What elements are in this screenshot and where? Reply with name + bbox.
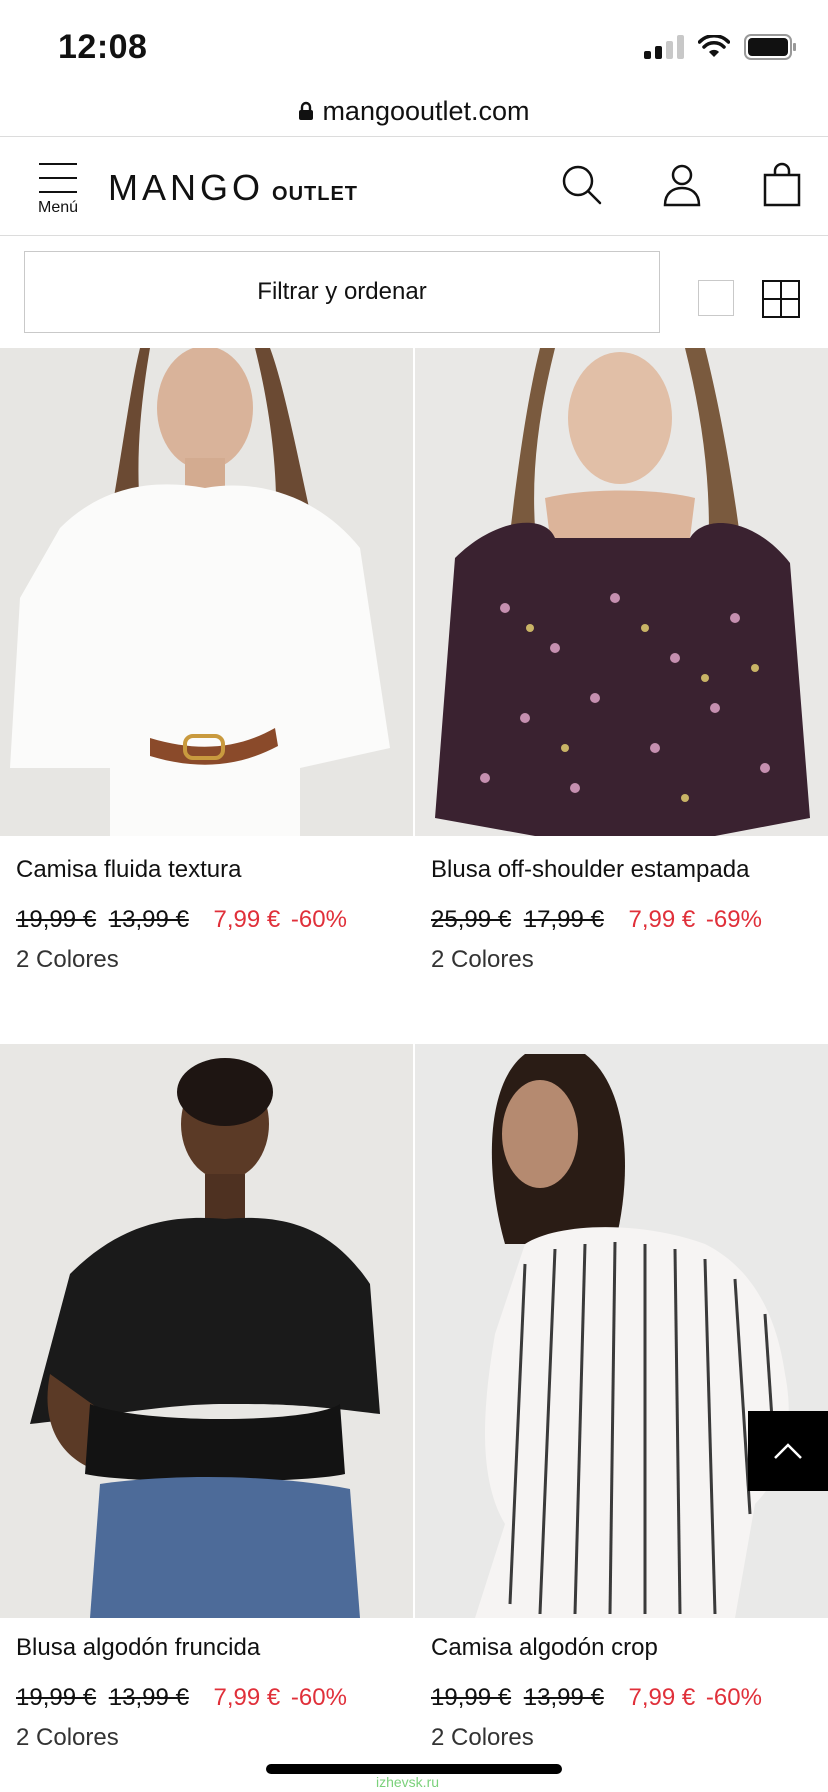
- wifi-icon: [698, 35, 730, 57]
- status-icons: [644, 34, 798, 60]
- status-bar: 12:08: [0, 0, 828, 90]
- sale-price: 7,99 €: [628, 906, 696, 933]
- logo-main: MANGO: [108, 167, 265, 208]
- battery-icon: [744, 34, 796, 60]
- grid-view-icon[interactable]: [762, 280, 800, 318]
- original-price: 19,99 €: [431, 1684, 512, 1711]
- sale-price: 7,99 €: [213, 1684, 281, 1711]
- menu-button[interactable]: Menú: [34, 163, 82, 217]
- address-bar[interactable]: mangooutlet.com: [0, 88, 828, 134]
- discount-badge: -60%: [290, 906, 347, 933]
- original-price: 25,99 €: [431, 906, 512, 933]
- product-card[interactable]: Blusa algodón fruncida 19,99 € 13,99 € 7…: [0, 1044, 413, 1792]
- discount-badge: -60%: [290, 1684, 347, 1711]
- home-indicator[interactable]: [266, 1764, 562, 1774]
- site-header: Menú MANGO OUTLET: [0, 137, 828, 235]
- sale-price: 7,99 €: [213, 906, 281, 933]
- product-image[interactable]: [0, 1044, 413, 1618]
- lock-icon: [299, 101, 314, 120]
- price-row: 19,99 € 13,99 € 7,99 € -60%: [16, 906, 347, 934]
- chevron-up-icon: [774, 1443, 802, 1459]
- menu-label: Menú: [37, 199, 79, 216]
- previous-price: 13,99 €: [108, 1684, 189, 1711]
- original-price: 19,99 €: [16, 1684, 97, 1711]
- product-name[interactable]: Camisa algodón crop: [431, 1634, 811, 1662]
- watermark: izhevsk.ru: [376, 1774, 440, 1790]
- price-row: 19,99 € 13,99 € 7,99 € -60%: [16, 1684, 347, 1712]
- product-name[interactable]: Blusa algodón fruncida: [16, 1634, 396, 1662]
- color-count[interactable]: 2 Colores: [16, 946, 119, 974]
- previous-price: 13,99 €: [523, 1684, 604, 1711]
- scroll-to-top-button[interactable]: [748, 1411, 828, 1491]
- price-row: 25,99 € 17,99 € 7,99 € -69%: [431, 906, 762, 934]
- color-count[interactable]: 2 Colores: [431, 1724, 534, 1752]
- product-card[interactable]: Blusa off-shoulder estampada 25,99 € 17,…: [415, 348, 828, 1038]
- sale-price: 7,99 €: [628, 1684, 696, 1711]
- color-count[interactable]: 2 Colores: [431, 946, 534, 974]
- product-image[interactable]: [415, 348, 828, 836]
- color-count[interactable]: 2 Colores: [16, 1724, 119, 1752]
- discount-badge: -69%: [705, 906, 762, 933]
- cellular-signal-icon: [644, 35, 684, 59]
- brand-logo[interactable]: MANGO OUTLET: [108, 167, 358, 209]
- search-icon[interactable]: [558, 161, 606, 209]
- filter-sort-label: Filtrar y ordenar: [257, 278, 427, 305]
- url-text: mangooutlet.com: [322, 95, 530, 126]
- shopping-bag-icon[interactable]: [758, 161, 806, 209]
- original-price: 19,99 €: [16, 906, 97, 933]
- filter-bar: Filtrar y ordenar: [0, 236, 828, 348]
- product-image[interactable]: [415, 1044, 828, 1618]
- status-time: 12:08: [58, 28, 148, 66]
- account-icon[interactable]: [658, 161, 706, 209]
- product-image[interactable]: [0, 348, 413, 836]
- filter-sort-button[interactable]: Filtrar y ordenar: [24, 251, 660, 333]
- previous-price: 13,99 €: [108, 906, 189, 933]
- hamburger-icon: [39, 163, 77, 193]
- previous-price: 17,99 €: [523, 906, 604, 933]
- discount-badge: -60%: [705, 1684, 762, 1711]
- product-name[interactable]: Camisa fluida textura: [16, 856, 396, 884]
- single-column-view-icon[interactable]: [698, 280, 734, 316]
- price-row: 19,99 € 13,99 € 7,99 € -60%: [431, 1684, 762, 1712]
- product-name[interactable]: Blusa off-shoulder estampada: [431, 856, 811, 884]
- logo-sub: OUTLET: [272, 183, 359, 205]
- product-card[interactable]: Camisa fluida textura 19,99 € 13,99 € 7,…: [0, 348, 413, 1038]
